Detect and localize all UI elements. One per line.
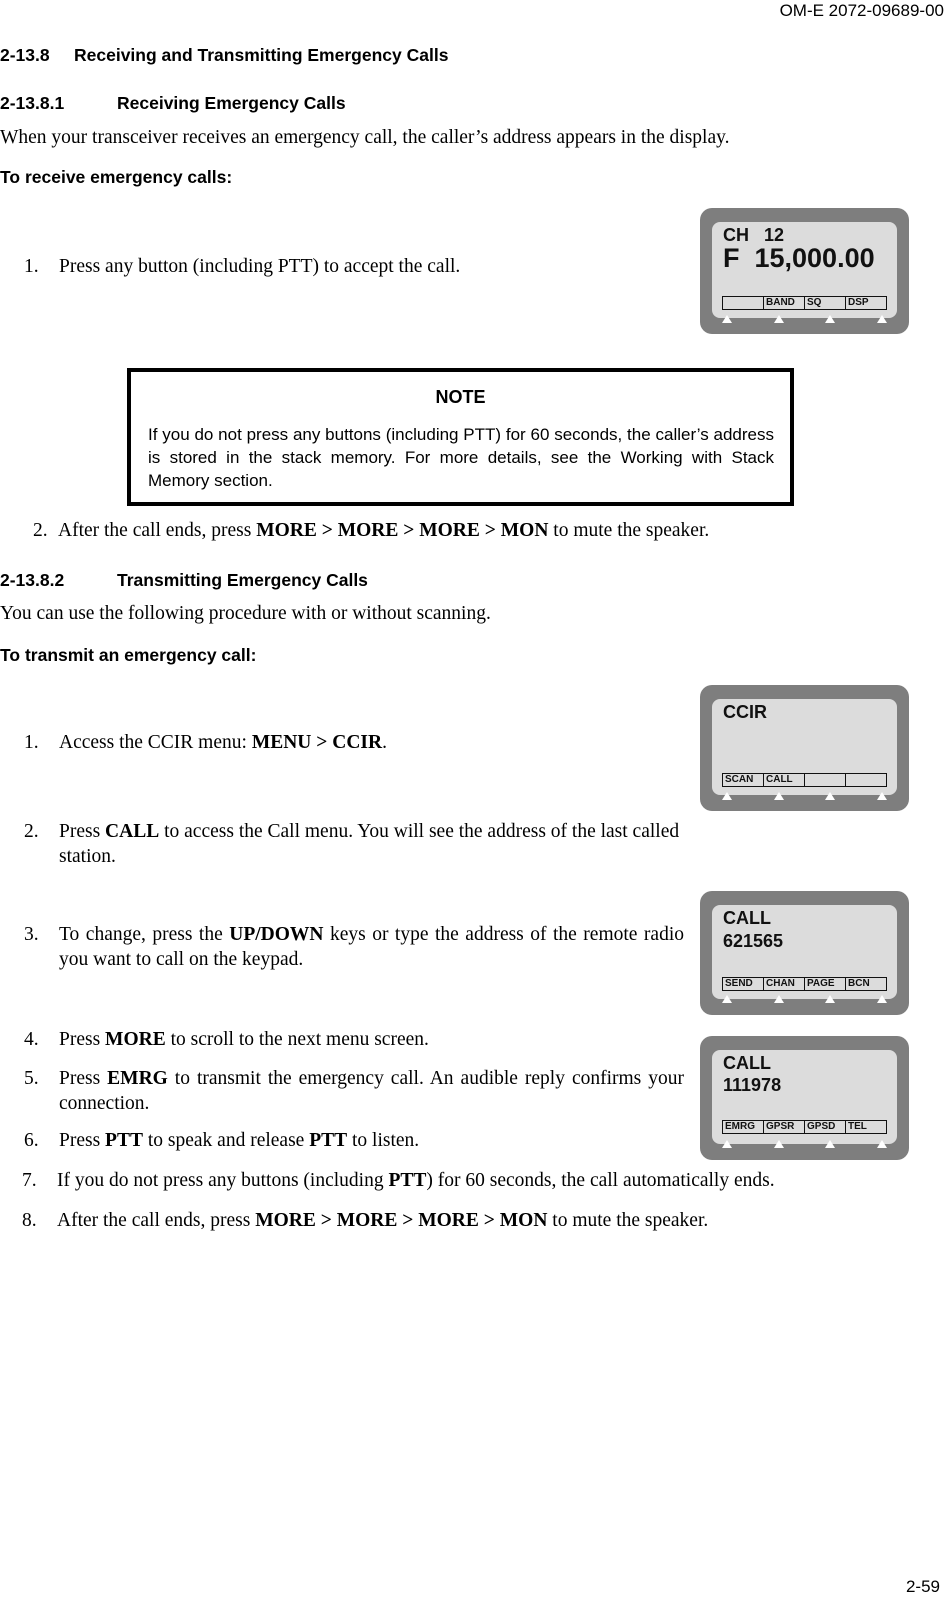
softkey-label: BCN bbox=[848, 978, 870, 989]
arrow-up-icon bbox=[722, 995, 732, 1003]
section-number: 2-13.8 bbox=[0, 45, 50, 65]
transmitting-procedure-title: To transmit an emergency call: bbox=[0, 645, 257, 665]
softkey-label: BAND bbox=[764, 297, 805, 309]
display-line-1: CALL bbox=[723, 908, 771, 928]
lcd-screen: CALL 111978 EMRG GPSR GPSD TEL bbox=[712, 1050, 897, 1144]
softkey-label: SQ bbox=[805, 297, 846, 309]
section-title: Receiving and Transmitting Emergency Cal… bbox=[74, 45, 449, 65]
softkey-label: PAGE bbox=[805, 978, 846, 990]
softkey-label bbox=[723, 297, 764, 309]
softkey-labels: SEND CHAN PAGE BCN bbox=[722, 977, 887, 991]
softkey-arrows bbox=[722, 792, 887, 800]
arrow-up-icon bbox=[773, 792, 784, 800]
softkey-label: SCAN bbox=[723, 774, 764, 786]
softkey-labels: SCAN CALL bbox=[722, 773, 887, 787]
document-id: OM-E 2072-09689-00 bbox=[779, 1, 944, 20]
subsection-number: 2-13.8.2 bbox=[0, 570, 65, 590]
arrow-up-icon bbox=[825, 995, 836, 1003]
transmitting-intro: You can use the following procedure with… bbox=[0, 603, 491, 624]
softkey-arrows bbox=[722, 1140, 887, 1148]
radio-display-call-address: CALL 621565 SEND CHAN PAGE BCN bbox=[700, 891, 909, 1015]
note-title: NOTE bbox=[435, 387, 486, 407]
display-line-1: CCIR bbox=[723, 702, 767, 722]
radio-display-emergency: CALL 111978 EMRG GPSR GPSD TEL bbox=[700, 1036, 909, 1160]
softkey-label: CHAN bbox=[764, 978, 805, 990]
softkey-labels: BAND SQ DSP bbox=[722, 296, 887, 310]
section-heading: 2-13.8 Receiving and Transmitting Emergen… bbox=[0, 45, 448, 66]
arrow-up-icon bbox=[773, 315, 784, 323]
subsection-title: Transmitting Emergency Calls bbox=[117, 570, 368, 590]
display-address: 621565 bbox=[723, 931, 784, 951]
softkey-label: GPSR bbox=[764, 1121, 805, 1133]
softkey-label: SEND bbox=[723, 978, 764, 990]
softkey-label: TEL bbox=[848, 1121, 867, 1132]
arrow-up-icon bbox=[825, 315, 836, 323]
subsection-title: Receiving Emergency Calls bbox=[117, 93, 346, 113]
radio-display-ccir: CCIR SCAN CALL bbox=[700, 685, 909, 811]
softkey-labels: EMRG GPSR GPSD TEL bbox=[722, 1120, 887, 1134]
receiving-procedure-title: To receive emergency calls: bbox=[0, 167, 233, 187]
receiving-intro: When your transceiver receives an emerge… bbox=[0, 127, 730, 148]
arrow-up-icon bbox=[876, 792, 887, 800]
note-box: NOTE If you do not press any buttons (in… bbox=[127, 368, 794, 506]
subsection-number: 2-13.8.1 bbox=[0, 93, 65, 113]
lcd-screen: CALL 621565 SEND CHAN PAGE BCN bbox=[712, 905, 897, 999]
subsection-heading-transmitting: 2-13.8.2 Transmitting Emergency Calls bbox=[0, 570, 368, 591]
softkey-label bbox=[805, 774, 846, 786]
lcd-screen: CCIR SCAN CALL bbox=[712, 699, 897, 795]
softkey-arrows bbox=[722, 315, 887, 323]
display-address: 111978 bbox=[723, 1075, 782, 1095]
softkey-label bbox=[846, 774, 886, 786]
softkey-label: GPSD bbox=[805, 1121, 846, 1133]
arrow-up-icon bbox=[876, 315, 887, 323]
arrow-up-icon bbox=[825, 1140, 836, 1148]
radio-display-channel: CH 12 F 15,000.00 BAND SQ DSP bbox=[700, 208, 909, 334]
display-line-1: CALL bbox=[723, 1053, 771, 1073]
subsection-heading-receiving: 2-13.8.1 Receiving Emergency Calls bbox=[0, 93, 346, 114]
arrow-up-icon bbox=[773, 995, 784, 1003]
arrow-up-icon bbox=[722, 792, 732, 800]
arrow-up-icon bbox=[773, 1140, 784, 1148]
softkey-label: DSP bbox=[848, 297, 869, 308]
arrow-up-icon bbox=[825, 792, 836, 800]
arrow-up-icon bbox=[876, 1140, 887, 1148]
page-number: 2-59 bbox=[905, 1577, 940, 1596]
display-frequency: F 15,000.00 bbox=[723, 243, 875, 273]
arrow-up-icon bbox=[876, 995, 887, 1003]
softkey-arrows bbox=[722, 995, 887, 1003]
lcd-screen: CH 12 F 15,000.00 BAND SQ DSP bbox=[712, 222, 897, 318]
softkey-label: EMRG bbox=[723, 1121, 764, 1133]
softkey-label: CALL bbox=[764, 774, 805, 786]
arrow-up-icon bbox=[722, 315, 732, 323]
note-body: If you do not press any buttons (includi… bbox=[148, 425, 774, 490]
arrow-up-icon bbox=[722, 1140, 732, 1148]
